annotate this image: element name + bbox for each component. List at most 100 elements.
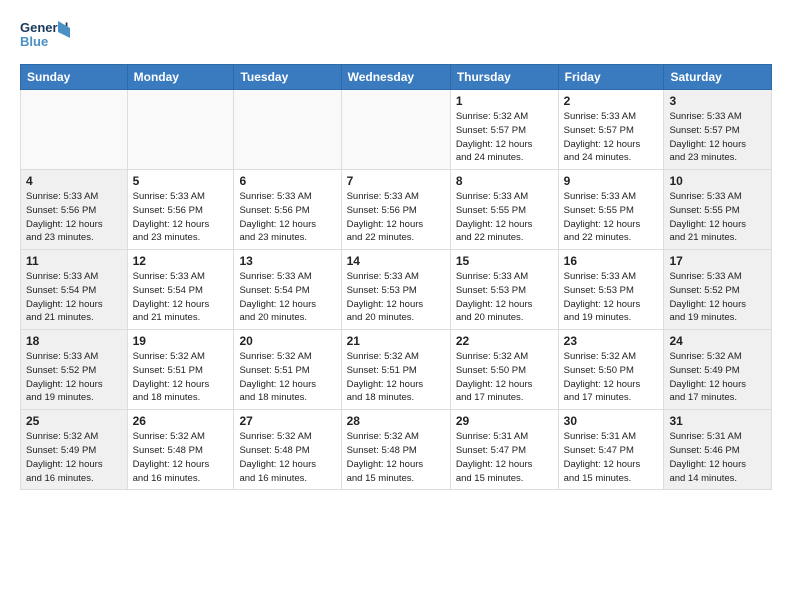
day-number: 14 bbox=[347, 254, 445, 268]
logo-svg: GeneralBlue bbox=[20, 16, 70, 54]
day-info: Sunrise: 5:33 AMSunset: 5:52 PMDaylight:… bbox=[669, 270, 766, 325]
calendar-header-row: SundayMondayTuesdayWednesdayThursdayFrid… bbox=[21, 65, 772, 90]
calendar-cell: 8 Sunrise: 5:33 AMSunset: 5:55 PMDaylight… bbox=[450, 170, 558, 250]
day-info: Sunrise: 5:33 AMSunset: 5:57 PMDaylight:… bbox=[564, 110, 659, 165]
day-info: Sunrise: 5:33 AMSunset: 5:57 PMDaylight:… bbox=[669, 110, 766, 165]
calendar-cell: 24 Sunrise: 5:32 AMSunset: 5:49 PMDayligh… bbox=[664, 330, 772, 410]
day-info: Sunrise: 5:31 AMSunset: 5:47 PMDaylight:… bbox=[564, 430, 659, 485]
calendar-cell: 21 Sunrise: 5:32 AMSunset: 5:51 PMDayligh… bbox=[341, 330, 450, 410]
day-info: Sunrise: 5:33 AMSunset: 5:56 PMDaylight:… bbox=[133, 190, 229, 245]
day-info: Sunrise: 5:33 AMSunset: 5:54 PMDaylight:… bbox=[239, 270, 335, 325]
day-number: 27 bbox=[239, 414, 335, 428]
calendar-cell: 10 Sunrise: 5:33 AMSunset: 5:55 PMDayligh… bbox=[664, 170, 772, 250]
day-info: Sunrise: 5:33 AMSunset: 5:55 PMDaylight:… bbox=[669, 190, 766, 245]
calendar-cell: 6 Sunrise: 5:33 AMSunset: 5:56 PMDaylight… bbox=[234, 170, 341, 250]
day-info: Sunrise: 5:32 AMSunset: 5:48 PMDaylight:… bbox=[239, 430, 335, 485]
day-info: Sunrise: 5:33 AMSunset: 5:54 PMDaylight:… bbox=[26, 270, 122, 325]
day-info: Sunrise: 5:33 AMSunset: 5:53 PMDaylight:… bbox=[564, 270, 659, 325]
calendar-cell: 17 Sunrise: 5:33 AMSunset: 5:52 PMDayligh… bbox=[664, 250, 772, 330]
day-number: 18 bbox=[26, 334, 122, 348]
calendar-cell: 15Sunrise: 5:33 AMSunset: 5:53 PMDayligh… bbox=[450, 250, 558, 330]
calendar-cell: 3 Sunrise: 5:33 AMSunset: 5:57 PMDaylight… bbox=[664, 90, 772, 170]
day-info: Sunrise: 5:32 AMSunset: 5:51 PMDaylight:… bbox=[347, 350, 445, 405]
day-number: 13 bbox=[239, 254, 335, 268]
calendar-cell: 18 Sunrise: 5:33 AMSunset: 5:52 PMDayligh… bbox=[21, 330, 128, 410]
day-number: 28 bbox=[347, 414, 445, 428]
page-header: GeneralBlue bbox=[20, 16, 772, 54]
day-info: Sunrise: 5:33 AMSunset: 5:54 PMDaylight:… bbox=[133, 270, 229, 325]
day-info: Sunrise: 5:33 AMSunset: 5:56 PMDaylight:… bbox=[347, 190, 445, 245]
day-number: 6 bbox=[239, 174, 335, 188]
day-info: Sunrise: 5:33 AMSunset: 5:55 PMDaylight:… bbox=[564, 190, 659, 245]
day-number: 12 bbox=[133, 254, 229, 268]
calendar-cell: 12 Sunrise: 5:33 AMSunset: 5:54 PMDayligh… bbox=[127, 250, 234, 330]
col-header-friday: Friday bbox=[558, 65, 664, 90]
day-info: Sunrise: 5:32 AMSunset: 5:50 PMDaylight:… bbox=[564, 350, 659, 405]
day-number: 8 bbox=[456, 174, 553, 188]
svg-text:Blue: Blue bbox=[20, 34, 48, 49]
col-header-tuesday: Tuesday bbox=[234, 65, 341, 90]
col-header-wednesday: Wednesday bbox=[341, 65, 450, 90]
day-number: 16 bbox=[564, 254, 659, 268]
col-header-saturday: Saturday bbox=[664, 65, 772, 90]
calendar-cell: 25Sunrise: 5:32 AMSunset: 5:49 PMDayligh… bbox=[21, 410, 128, 490]
calendar-week-row: 25Sunrise: 5:32 AMSunset: 5:49 PMDayligh… bbox=[21, 410, 772, 490]
calendar-week-row: 18 Sunrise: 5:33 AMSunset: 5:52 PMDayligh… bbox=[21, 330, 772, 410]
calendar-cell bbox=[234, 90, 341, 170]
calendar-cell: 16 Sunrise: 5:33 AMSunset: 5:53 PMDayligh… bbox=[558, 250, 664, 330]
calendar-cell: 7Sunrise: 5:33 AMSunset: 5:56 PMDaylight… bbox=[341, 170, 450, 250]
day-number: 4 bbox=[26, 174, 122, 188]
day-number: 5 bbox=[133, 174, 229, 188]
day-info: Sunrise: 5:33 AMSunset: 5:55 PMDaylight:… bbox=[456, 190, 553, 245]
calendar-table: SundayMondayTuesdayWednesdayThursdayFrid… bbox=[20, 64, 772, 490]
calendar-cell: 20 Sunrise: 5:32 AMSunset: 5:51 PMDayligh… bbox=[234, 330, 341, 410]
day-number: 17 bbox=[669, 254, 766, 268]
calendar-cell bbox=[341, 90, 450, 170]
logo: GeneralBlue bbox=[20, 16, 70, 54]
calendar-cell: 29 Sunrise: 5:31 AMSunset: 5:47 PMDayligh… bbox=[450, 410, 558, 490]
day-info: Sunrise: 5:31 AMSunset: 5:47 PMDaylight:… bbox=[456, 430, 553, 485]
calendar-cell: 13 Sunrise: 5:33 AMSunset: 5:54 PMDayligh… bbox=[234, 250, 341, 330]
calendar-cell: 19 Sunrise: 5:32 AMSunset: 5:51 PMDayligh… bbox=[127, 330, 234, 410]
day-number: 19 bbox=[133, 334, 229, 348]
calendar-week-row: 4 Sunrise: 5:33 AMSunset: 5:56 PMDaylight… bbox=[21, 170, 772, 250]
day-info: Sunrise: 5:32 AMSunset: 5:49 PMDaylight:… bbox=[669, 350, 766, 405]
calendar-cell bbox=[127, 90, 234, 170]
day-info: Sunrise: 5:32 AMSunset: 5:51 PMDaylight:… bbox=[239, 350, 335, 405]
calendar-cell: 9Sunrise: 5:33 AMSunset: 5:55 PMDaylight… bbox=[558, 170, 664, 250]
day-number: 20 bbox=[239, 334, 335, 348]
day-info: Sunrise: 5:33 AMSunset: 5:56 PMDaylight:… bbox=[239, 190, 335, 245]
calendar-cell: 2 Sunrise: 5:33 AMSunset: 5:57 PMDaylight… bbox=[558, 90, 664, 170]
day-number: 24 bbox=[669, 334, 766, 348]
col-header-sunday: Sunday bbox=[21, 65, 128, 90]
calendar-cell: 30Sunrise: 5:31 AMSunset: 5:47 PMDayligh… bbox=[558, 410, 664, 490]
day-info: Sunrise: 5:32 AMSunset: 5:57 PMDaylight:… bbox=[456, 110, 553, 165]
calendar-cell: 28 Sunrise: 5:32 AMSunset: 5:48 PMDayligh… bbox=[341, 410, 450, 490]
calendar-week-row: 1Sunrise: 5:32 AMSunset: 5:57 PMDaylight… bbox=[21, 90, 772, 170]
day-info: Sunrise: 5:32 AMSunset: 5:48 PMDaylight:… bbox=[347, 430, 445, 485]
calendar-cell: 22 Sunrise: 5:32 AMSunset: 5:50 PMDayligh… bbox=[450, 330, 558, 410]
day-number: 22 bbox=[456, 334, 553, 348]
calendar-cell: 27 Sunrise: 5:32 AMSunset: 5:48 PMDayligh… bbox=[234, 410, 341, 490]
calendar-cell: 31Sunrise: 5:31 AMSunset: 5:46 PMDayligh… bbox=[664, 410, 772, 490]
day-number: 29 bbox=[456, 414, 553, 428]
col-header-thursday: Thursday bbox=[450, 65, 558, 90]
calendar-cell: 23 Sunrise: 5:32 AMSunset: 5:50 PMDayligh… bbox=[558, 330, 664, 410]
day-info: Sunrise: 5:32 AMSunset: 5:50 PMDaylight:… bbox=[456, 350, 553, 405]
day-number: 3 bbox=[669, 94, 766, 108]
day-info: Sunrise: 5:33 AMSunset: 5:53 PMDaylight:… bbox=[347, 270, 445, 325]
day-number: 21 bbox=[347, 334, 445, 348]
calendar-cell: 26Sunrise: 5:32 AMSunset: 5:48 PMDayligh… bbox=[127, 410, 234, 490]
day-number: 2 bbox=[564, 94, 659, 108]
day-number: 23 bbox=[564, 334, 659, 348]
day-number: 11 bbox=[26, 254, 122, 268]
day-info: Sunrise: 5:33 AMSunset: 5:52 PMDaylight:… bbox=[26, 350, 122, 405]
day-info: Sunrise: 5:32 AMSunset: 5:51 PMDaylight:… bbox=[133, 350, 229, 405]
day-number: 25 bbox=[26, 414, 122, 428]
calendar-cell: 11 Sunrise: 5:33 AMSunset: 5:54 PMDayligh… bbox=[21, 250, 128, 330]
day-number: 10 bbox=[669, 174, 766, 188]
calendar-cell: 14 Sunrise: 5:33 AMSunset: 5:53 PMDayligh… bbox=[341, 250, 450, 330]
calendar-cell bbox=[21, 90, 128, 170]
day-number: 15 bbox=[456, 254, 553, 268]
calendar-cell: 5 Sunrise: 5:33 AMSunset: 5:56 PMDaylight… bbox=[127, 170, 234, 250]
